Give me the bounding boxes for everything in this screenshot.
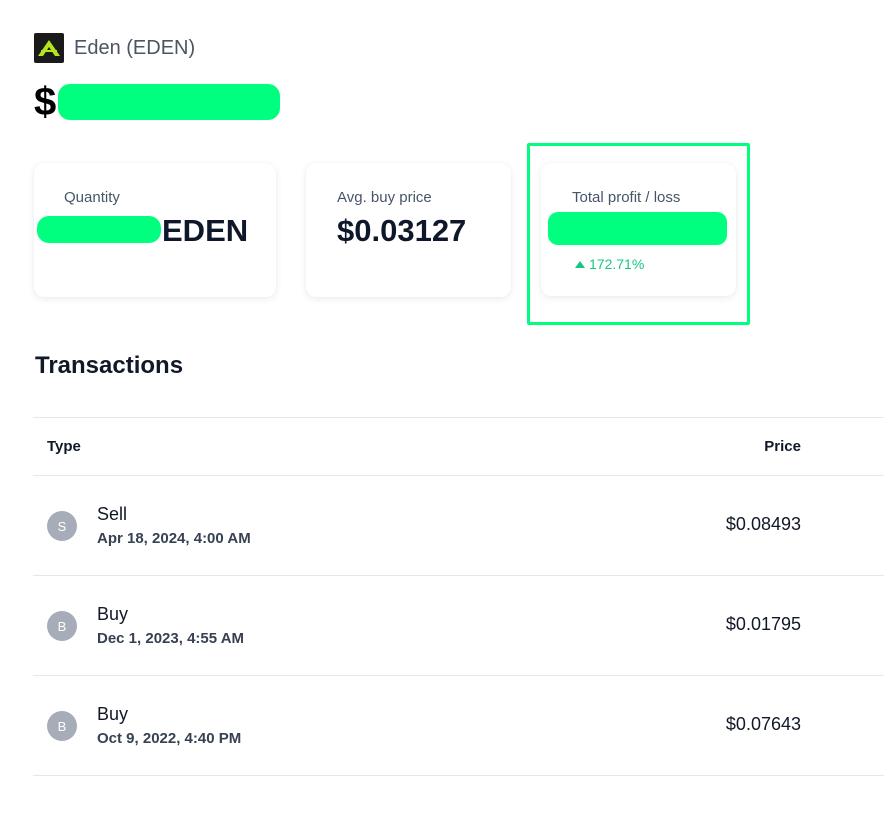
transaction-type-avatar: B <box>47 611 77 641</box>
transaction-type-avatar: B <box>47 711 77 741</box>
transaction-price: $0.08493 <box>725 514 801 534</box>
table-row[interactable]: B Buy Dec 1, 2023, 4:55 AM $0.01795 <box>33 576 884 676</box>
avg-buy-price-label: Avg. buy price <box>337 189 432 206</box>
highlight-outline <box>527 143 750 325</box>
transactions-title: Transactions <box>35 352 184 379</box>
quantity-redaction <box>37 216 161 243</box>
balance-redaction <box>58 84 281 120</box>
asset-name: Eden (EDEN) <box>74 36 196 59</box>
transaction-price: $0.01795 <box>725 614 801 634</box>
avg-buy-price-value: $0.03127 <box>337 213 467 248</box>
table-header: Type Price <box>33 417 884 476</box>
table-row[interactable]: S Sell Apr 18, 2024, 4:00 AM $0.08493 <box>33 476 884 576</box>
asset-header: Eden (EDEN) <box>34 33 195 63</box>
transaction-price: $0.07643 <box>725 714 801 734</box>
transaction-date: Oct 9, 2022, 4:40 PM <box>97 730 242 747</box>
transaction-date: Apr 18, 2024, 4:00 AM <box>97 530 251 547</box>
quantity-card: Quantity EDEN <box>34 163 276 297</box>
column-price: Price <box>764 438 801 455</box>
quantity-unit: EDEN <box>162 213 249 248</box>
table-row[interactable]: B Buy Oct 9, 2022, 4:40 PM $0.07643 <box>33 676 884 776</box>
transactions-table: Type Price S Sell Apr 18, 2024, 4:00 AM … <box>33 417 884 776</box>
transaction-type: Sell <box>97 504 128 524</box>
eden-logo-icon <box>34 33 64 63</box>
balance: $ <box>34 80 281 124</box>
portfolio-asset-page: Eden (EDEN) $ Quantity EDEN Avg. buy pri… <box>0 0 884 835</box>
transaction-type: Buy <box>97 604 129 624</box>
quantity-label: Quantity <box>64 189 120 206</box>
avg-buy-price-card: Avg. buy price $0.03127 <box>306 163 511 297</box>
column-type: Type <box>47 438 81 455</box>
transaction-type: Buy <box>97 704 129 724</box>
transaction-type-avatar: S <box>47 511 77 541</box>
transaction-date: Dec 1, 2023, 4:55 AM <box>97 630 245 647</box>
balance-currency-symbol: $ <box>34 80 57 124</box>
